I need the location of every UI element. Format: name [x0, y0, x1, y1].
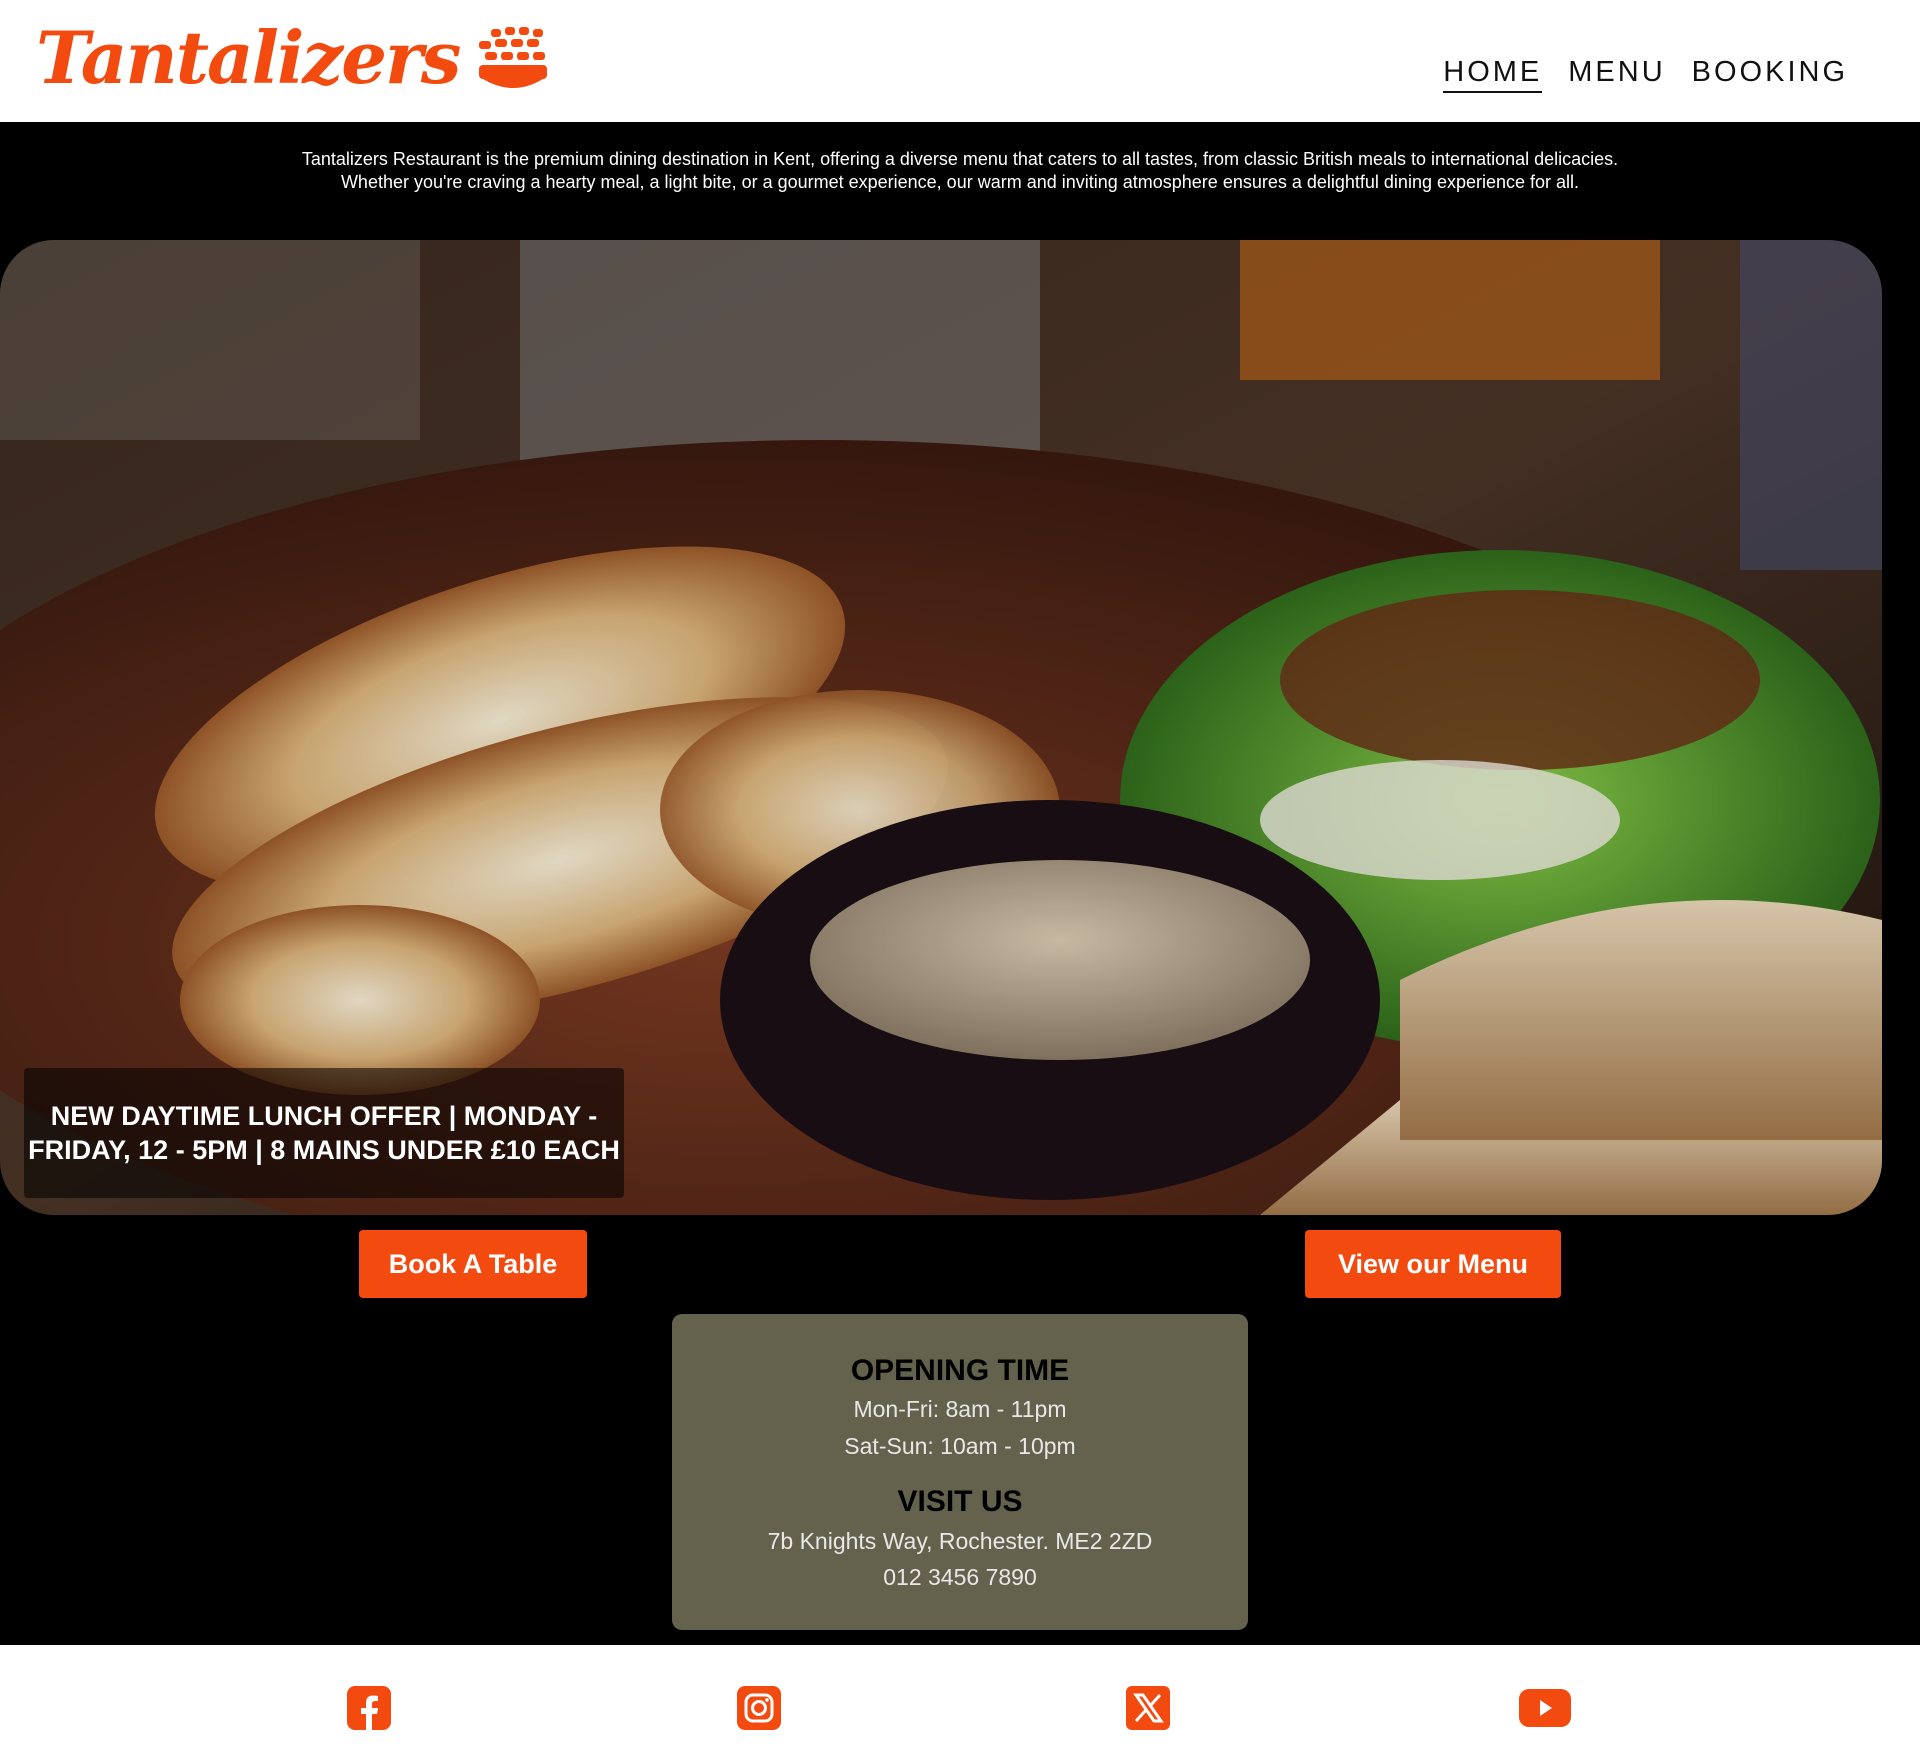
lunch-offer-text: NEW DAYTIME LUNCH OFFER | MONDAY - FRIDA… [28, 1101, 620, 1165]
opening-time-heading: OPENING TIME [850, 1354, 1070, 1387]
weekend-hours: Sat-Sun: 10am - 10pm [844, 1433, 1076, 1459]
view-menu-button[interactable]: View our Menu [1305, 1230, 1561, 1298]
logo-wordmark: Tantalizers [36, 15, 461, 100]
nav-menu[interactable]: MENU [1568, 56, 1665, 93]
instagram-link[interactable] [736, 1685, 782, 1731]
site-header: Tantalizers HOME MENU BOOKING [0, 0, 1920, 122]
x-twitter-icon [1126, 1686, 1170, 1730]
youtube-link[interactable] [1518, 1685, 1572, 1731]
main-nav: HOME MENU BOOKING [1443, 56, 1848, 93]
facebook-icon [347, 1686, 391, 1730]
intro-text: Tantalizers Restaurant is the premium di… [301, 149, 1619, 192]
visit-us-heading: VISIT US [897, 1485, 1023, 1518]
phone-number: 012 3456 7890 [883, 1564, 1037, 1590]
youtube-icon [1519, 1689, 1571, 1727]
x-twitter-link[interactable] [1125, 1685, 1171, 1731]
nav-booking[interactable]: BOOKING [1692, 56, 1848, 93]
bread-basket-icon [479, 27, 548, 88]
book-table-button[interactable]: Book A Table [359, 1230, 587, 1298]
instagram-icon [737, 1686, 781, 1730]
site-logo[interactable]: Tantalizers [36, 18, 549, 98]
nav-home[interactable]: HOME [1443, 56, 1543, 93]
hero-banner: NEW DAYTIME LUNCH OFFER | MONDAY - FRIDA… [0, 240, 1882, 1215]
weekday-hours: Mon-Fri: 8am - 11pm [853, 1396, 1067, 1422]
lunch-offer-banner: NEW DAYTIME LUNCH OFFER | MONDAY - FRIDA… [24, 1068, 624, 1198]
site-footer [0, 1645, 1920, 1762]
info-box: OPENING TIME Mon-Fri: 8am - 11pm Sat-Sun… [672, 1314, 1248, 1630]
address: 7b Knights Way, Rochester. ME2 2ZD [767, 1528, 1153, 1554]
facebook-link[interactable] [346, 1685, 392, 1731]
